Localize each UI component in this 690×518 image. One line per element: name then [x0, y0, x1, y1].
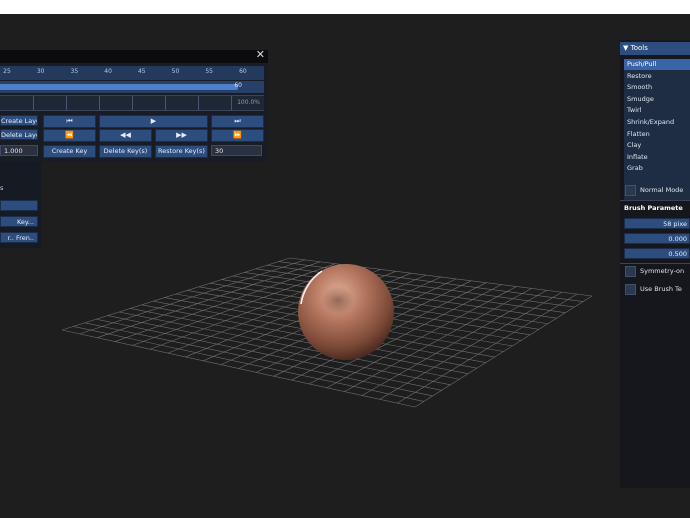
restore-keys-button[interactable]: Restore Key(s): [155, 145, 208, 158]
timeline-progress-fill: [0, 84, 238, 90]
tool-item-smudge[interactable]: Smudge: [624, 94, 690, 105]
create-key-button[interactable]: Create Key: [43, 145, 96, 158]
layer-button[interactable]: [0, 200, 38, 211]
speed-field[interactable]: 1.000: [0, 145, 38, 156]
ruler-tick: 50: [171, 68, 180, 75]
grid-line: [414, 295, 593, 408]
delete-layer-button[interactable]: Delete Layer: [0, 129, 38, 140]
ruler-tick: 35: [70, 68, 79, 75]
normal-mode-checkbox[interactable]: [625, 185, 636, 196]
tool-item-restore[interactable]: Restore: [624, 71, 690, 82]
sculpt-sphere[interactable]: [298, 264, 394, 360]
play-icon: ▶: [150, 117, 157, 125]
ruler-tick: 60: [239, 68, 247, 75]
create-layer-button[interactable]: Create Layer: [0, 115, 38, 126]
last-frame-button[interactable]: ⏭: [211, 115, 264, 128]
tools-panel-title[interactable]: ▼ Tools: [620, 42, 690, 55]
ruler-tick: 45: [137, 68, 146, 75]
keyframe-track-value: 100.0%: [237, 99, 260, 106]
grid-line: [379, 291, 562, 400]
tool-item-flatten[interactable]: Flatten: [624, 129, 690, 140]
tool-list: Push/Pull Restore Smooth Smudge Twirl Shrink/…: [624, 59, 690, 201]
tool-item-twirl[interactable]: Twirl: [624, 105, 690, 116]
grid-line: [397, 293, 578, 404]
timeline-progress-value: 60: [234, 82, 242, 89]
rewind-icon: ◀◀: [120, 131, 131, 139]
first-frame-button[interactable]: ⏮: [43, 115, 96, 128]
track-segment-divider: [132, 96, 133, 110]
normal-mode-label: Normal Mode: [640, 186, 684, 194]
timeline-progress-bar[interactable]: 60: [0, 81, 264, 93]
frame-field[interactable]: 30: [211, 145, 262, 156]
animation-panel: ✕ 25 30 35 40 45 50 55 60 60 100.0% Create Laye…: [0, 48, 268, 162]
previous-key-icon: ⏪: [65, 131, 74, 139]
brush-parameters-label: Brush Paramete: [624, 204, 683, 212]
play-button[interactable]: ▶: [99, 115, 208, 128]
ruler-tick: 25: [3, 68, 11, 75]
track-segment-divider: [66, 96, 67, 110]
previous-key-button[interactable]: ⏪: [43, 129, 96, 142]
animation-panel-titlebar: ✕: [0, 48, 268, 63]
delete-keys-button[interactable]: Delete Key(s): [99, 145, 152, 158]
ruler-tick: 40: [104, 68, 112, 75]
brush-strength-slider[interactable]: 0.000: [624, 233, 690, 244]
track-segment-divider: [33, 96, 34, 110]
track-segment-divider: [231, 96, 232, 110]
use-brush-texture-checkbox[interactable]: [625, 284, 636, 295]
tools-panel: ▼ Tools Push/Pull Restore Smooth Smudge Twir…: [620, 40, 690, 488]
next-key-icon: ⏩: [233, 131, 242, 139]
step-back-button[interactable]: ◀◀: [99, 129, 152, 142]
ruler-tick: 55: [205, 68, 214, 75]
layer-panel-header: s: [0, 184, 4, 192]
divider: [620, 200, 690, 201]
skip-to-start-icon: ⏮: [66, 117, 73, 125]
frame-button[interactable]: r.. Fren..: [0, 232, 38, 243]
divider: [620, 263, 690, 264]
brush-falloff-slider[interactable]: 0.500: [624, 248, 690, 259]
tool-item-grab[interactable]: Grab: [624, 163, 690, 174]
skip-to-end-icon: ⏭: [234, 117, 241, 125]
keyframe-track[interactable]: 100.0%: [0, 95, 264, 111]
timeline-ruler[interactable]: 25 30 35 40 45 50 55 60: [0, 66, 264, 80]
tool-item-shrink-expand[interactable]: Shrink/Expand: [624, 117, 690, 128]
track-segment-divider: [165, 96, 166, 110]
step-forward-button[interactable]: ▶▶: [155, 129, 208, 142]
key-button[interactable]: Key...: [0, 216, 38, 227]
fast-forward-icon: ▶▶: [176, 131, 187, 139]
track-segment-divider: [198, 96, 199, 110]
tool-item-smooth[interactable]: Smooth: [624, 82, 690, 93]
tool-item-clay[interactable]: Clay: [624, 140, 690, 151]
symmetry-checkbox[interactable]: [625, 266, 636, 277]
tool-item-inflate[interactable]: Inflate: [624, 152, 690, 163]
layer-panel: s Key... r.. Fren..: [0, 162, 41, 248]
next-key-button[interactable]: ⏩: [211, 129, 264, 142]
close-icon[interactable]: ✕: [256, 48, 265, 61]
use-brush-texture-label: Use Brush Te: [640, 285, 682, 293]
tool-item-push-pull[interactable]: Push/Pull: [624, 59, 690, 70]
symmetry-label: Symmetry-on: [640, 267, 685, 275]
ruler-tick: 30: [36, 68, 45, 75]
track-segment-divider: [99, 96, 100, 110]
brush-size-slider[interactable]: 58 pixe: [624, 218, 690, 229]
